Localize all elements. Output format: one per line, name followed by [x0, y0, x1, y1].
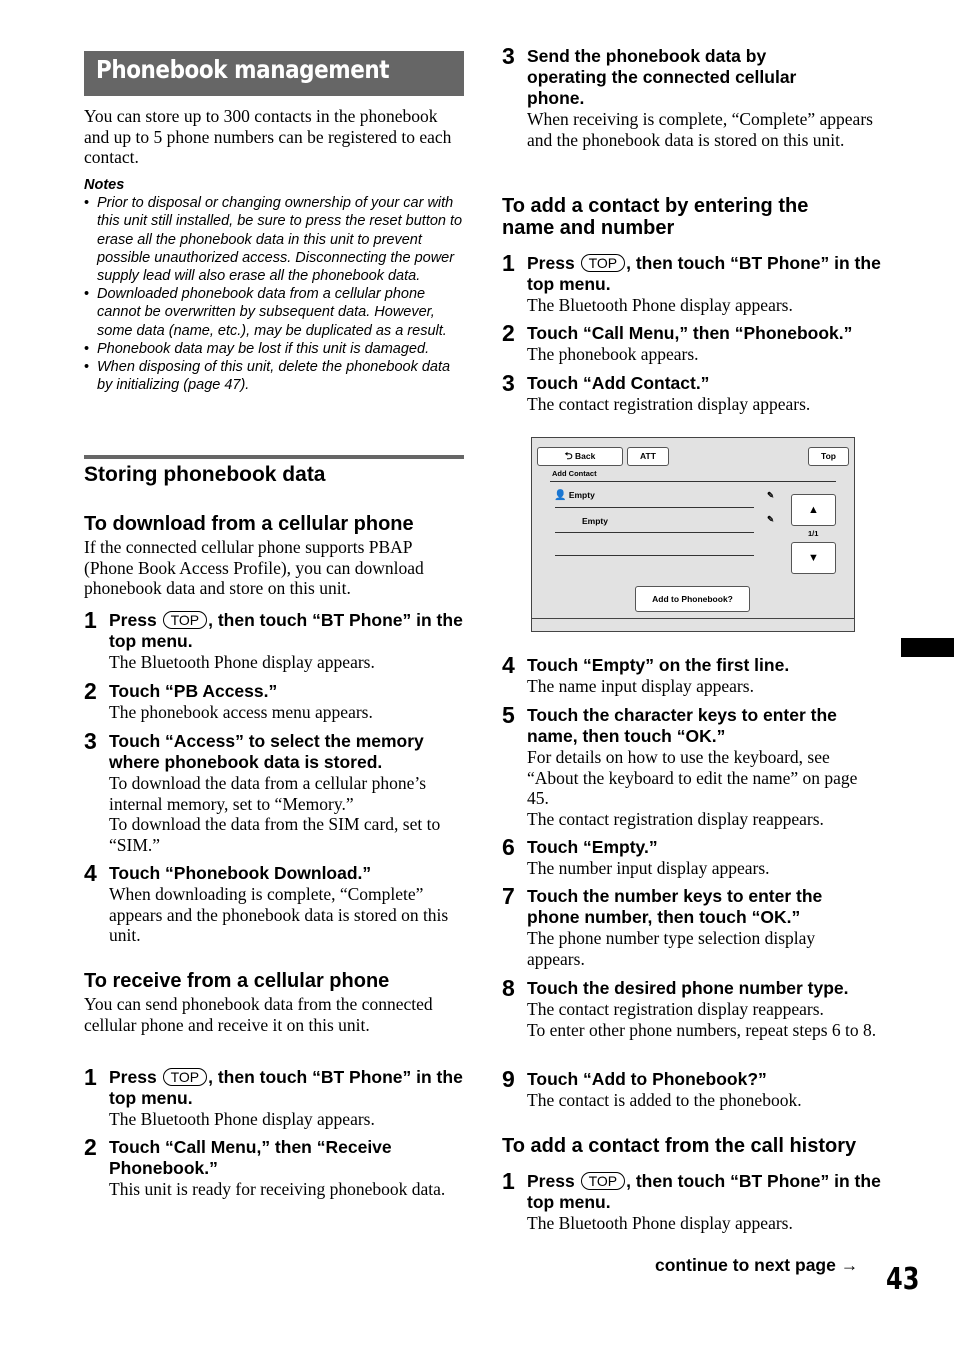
receive-step-1: 1 Press TOP, then touch “BT Phone” in th…: [84, 1064, 463, 1129]
download-intro: If the connected cellular phone supports…: [84, 537, 424, 598]
note-item: When disposing of this unit, delete the …: [84, 358, 468, 394]
download-step-3: 3 Touch “Access” to select the memory wh…: [84, 728, 441, 855]
top-key-icon: TOP: [580, 254, 626, 272]
download-heading: To download from a cellular phone: [84, 513, 414, 535]
top-key-icon: TOP: [162, 1068, 208, 1086]
row-divider: [555, 532, 754, 533]
note-item: Downloaded phonebook data from a cellula…: [84, 285, 468, 340]
header-divider: [550, 481, 836, 482]
number-row[interactable]: Empty: [582, 516, 608, 526]
back-arrow-icon: ⮌: [564, 451, 573, 462]
page-title-bar: Phonebook management: [84, 51, 464, 96]
page-title: Phonebook management: [96, 55, 390, 84]
section-tab-marker: [901, 638, 954, 657]
screen-title: Add Contact: [552, 469, 597, 478]
section-divider: [84, 455, 464, 459]
name-row[interactable]: 👤 Empty: [554, 490, 595, 501]
status-bar: [532, 618, 854, 631]
download-step-1: 1 Press TOP, then touch “BT Phone” in th…: [84, 607, 463, 672]
add-manual-heading: To add a contact by entering the name an…: [502, 195, 809, 239]
receive-step-3: 3 Send the phonebook data by operating t…: [502, 43, 873, 150]
add-manual-step-8: 8 Touch the desired phone number type. T…: [502, 975, 877, 1040]
row-divider: [555, 507, 754, 508]
scroll-down-button[interactable]: ▼: [791, 542, 836, 574]
add-manual-step-4: 4 Touch “Empty” on the first line. The n…: [502, 652, 790, 696]
top-button[interactable]: Top: [808, 447, 849, 466]
add-manual-step-3: 3 Touch “Add Contact.” The contact regis…: [502, 370, 811, 414]
add-manual-step-2: 2 Touch “Call Menu,” then “Phonebook.” T…: [502, 320, 853, 364]
top-key-icon: TOP: [162, 611, 208, 629]
section-title: Storing phonebook data: [84, 463, 326, 486]
intro-paragraph: You can store up to 300 contacts in the …: [84, 106, 452, 167]
add-history-heading: To add a contact from the call history: [502, 1135, 857, 1157]
back-button[interactable]: ⮌ Back: [537, 447, 623, 466]
contact-registration-screen: ⮌ Back ATT Top Add Contact 👤 Empty ✎ Emp…: [531, 437, 855, 632]
add-manual-step-5: 5 Touch the character keys to enter the …: [502, 702, 858, 829]
notes-header: Notes: [84, 177, 125, 193]
receive-intro: You can send phonebook data from the con…: [84, 994, 433, 1035]
att-button[interactable]: ATT: [627, 447, 669, 466]
page-number: 43: [886, 1262, 920, 1297]
note-item: Phonebook data may be lost if this unit …: [84, 340, 468, 358]
download-step-4: 4 Touch “Phonebook Download.” When downl…: [84, 860, 449, 945]
person-icon: 👤: [554, 490, 567, 501]
add-manual-step-6: 6 Touch “Empty.” The number input displa…: [502, 834, 770, 878]
add-to-phonebook-button[interactable]: Add to Phonebook?: [635, 586, 750, 612]
scroll-up-button[interactable]: ▲: [791, 494, 836, 526]
download-step-2: 2 Touch “PB Access.” The phonebook acces…: [84, 678, 373, 722]
add-manual-step-1: 1 Press TOP, then touch “BT Phone” in th…: [502, 250, 881, 315]
top-key-icon: TOP: [580, 1172, 626, 1190]
receive-step-2: 2 Touch “Call Menu,” then “Receive Phone…: [84, 1134, 446, 1199]
continue-next-page: continue to next page →: [655, 1255, 859, 1275]
notes-block: Notes Prior to disposal or changing owne…: [84, 176, 468, 394]
row-divider: [555, 555, 754, 556]
add-manual-step-7: 7 Touch the number keys to enter the pho…: [502, 883, 823, 969]
note-item: Prior to disposal or changing ownership …: [84, 194, 468, 285]
receive-heading: To receive from a cellular phone: [84, 970, 390, 992]
page-indicator: 1/1: [808, 529, 819, 538]
add-history-step-1: 1 Press TOP, then touch “BT Phone” in th…: [502, 1168, 881, 1233]
edit-pencil-icon[interactable]: ✎: [767, 514, 774, 525]
add-manual-step-9: 9 Touch “Add to Phonebook?” The contact …: [502, 1066, 802, 1110]
edit-pencil-icon[interactable]: ✎: [767, 490, 774, 501]
